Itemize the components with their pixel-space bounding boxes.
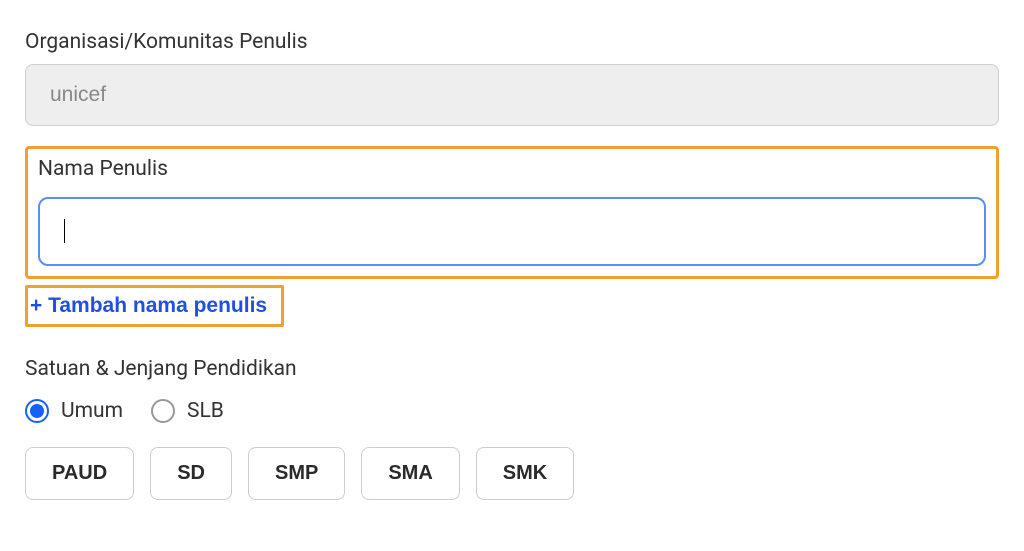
organization-field: Organisasi/Komunitas Penulis bbox=[25, 30, 999, 126]
chip-sma[interactable]: SMA bbox=[361, 447, 459, 500]
author-name-input[interactable] bbox=[38, 197, 986, 266]
education-level-chips: PAUD SD SMP SMA SMK bbox=[25, 447, 999, 500]
add-author-highlight: + Tambah nama penulis bbox=[25, 285, 284, 327]
chip-paud[interactable]: PAUD bbox=[25, 447, 134, 500]
radio-option-slb[interactable]: SLB bbox=[151, 399, 224, 423]
chip-smk[interactable]: SMK bbox=[476, 447, 574, 500]
education-section: Satuan & Jenjang Pendidikan Umum SLB PAU… bbox=[25, 357, 999, 500]
chip-sd[interactable]: SD bbox=[150, 447, 232, 500]
education-radio-group: Umum SLB bbox=[25, 399, 999, 423]
text-cursor bbox=[64, 219, 65, 243]
organization-label: Organisasi/Komunitas Penulis bbox=[25, 30, 999, 54]
education-label: Satuan & Jenjang Pendidikan bbox=[25, 357, 999, 381]
radio-option-umum[interactable]: Umum bbox=[25, 399, 123, 423]
radio-circle-umum bbox=[25, 399, 49, 423]
radio-circle-slb bbox=[151, 399, 175, 423]
organization-input[interactable] bbox=[25, 64, 999, 126]
add-author-button[interactable]: + Tambah nama penulis bbox=[30, 294, 267, 318]
radio-dot bbox=[30, 404, 44, 418]
author-name-label: Nama Penulis bbox=[38, 157, 986, 181]
radio-label-umum: Umum bbox=[61, 399, 123, 423]
chip-smp[interactable]: SMP bbox=[248, 447, 345, 500]
author-name-highlight: Nama Penulis bbox=[25, 146, 999, 279]
radio-label-slb: SLB bbox=[187, 399, 224, 423]
